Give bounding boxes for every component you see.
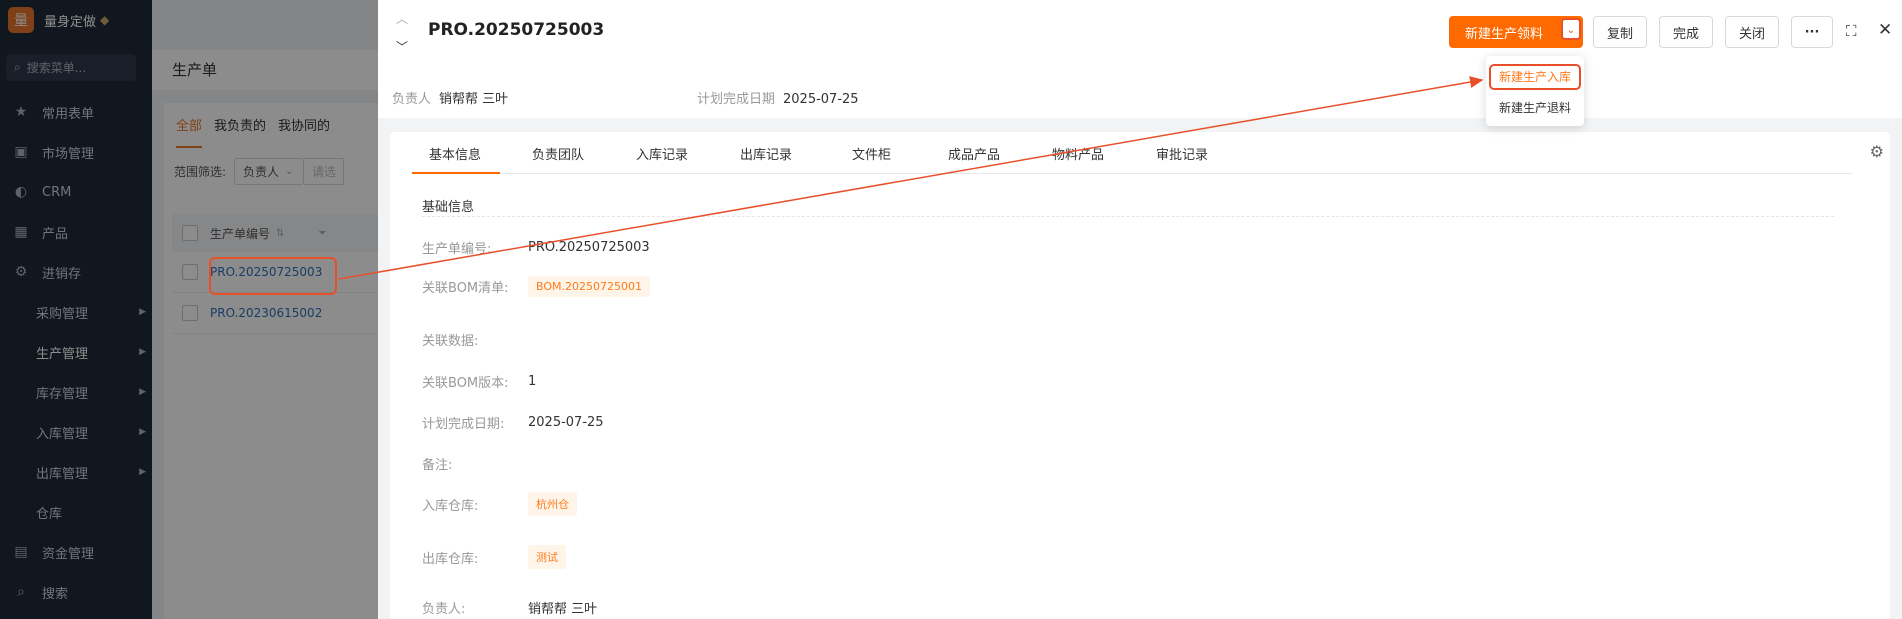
modal-overlay[interactable]: [0, 0, 378, 619]
plan-date-meta: 计划完成日期 2025-07-25: [697, 88, 859, 107]
detail-drawer: ︿ ﹀ PRO.20250725003 新建生产领料 ⌄ 复制 完成 关闭 ··…: [378, 0, 1902, 619]
field-label: 入库仓库:: [422, 498, 479, 514]
field-value: 销帮帮 三叶: [528, 602, 598, 617]
section-title: 基础信息: [422, 200, 475, 215]
owner-value: 销帮帮 三叶: [439, 92, 509, 107]
record-title: PRO.20250725003: [428, 20, 605, 40]
new-production-picking-button[interactable]: 新建生产领料: [1449, 16, 1559, 48]
more-create-dropdown-button[interactable]: ⌄: [1559, 16, 1583, 48]
field-production-code: 生产单编号: PRO.20250725003: [422, 238, 650, 257]
tab-approval-records[interactable]: 审批记录: [1156, 144, 1208, 163]
field-outbound-warehouse: 出库仓库: 测试: [422, 545, 566, 569]
field-label: 负责人:: [422, 602, 466, 617]
tab-team[interactable]: 负责团队: [532, 144, 584, 163]
drawer-header: ︿ ﹀ PRO.20250725003 新建生产领料 ⌄ 复制 完成 关闭 ··…: [378, 0, 1902, 118]
field-value: 2025-07-25: [528, 415, 604, 430]
field-label: 备注:: [422, 458, 453, 473]
detail-tabs: 基本信息 负责团队 入库记录 出库记录 文件柜 成品产品 物料产品 审批记录: [412, 132, 1852, 174]
warehouse-tag[interactable]: 杭州仓: [528, 492, 577, 516]
field-label: 关联BOM版本:: [422, 376, 509, 391]
more-button[interactable]: ···: [1791, 16, 1833, 48]
tab-material-products[interactable]: 物料产品: [1052, 144, 1104, 163]
active-tab-indicator: [412, 172, 500, 174]
next-record-icon[interactable]: ﹀: [396, 38, 408, 55]
menu-item-new-production-inbound[interactable]: 新建生产入库: [1489, 64, 1581, 90]
tab-inbound-records[interactable]: 入库记录: [636, 144, 688, 163]
section-divider: [422, 216, 1834, 217]
field-related-data: 关联数据:: [422, 330, 528, 349]
field-label: 出库仓库:: [422, 551, 479, 567]
highlight-box-row: [209, 257, 337, 295]
field-value: 1: [528, 374, 537, 389]
close-record-button[interactable]: 关闭: [1725, 16, 1779, 48]
tab-basic-info[interactable]: 基本信息: [429, 144, 481, 163]
create-dropdown-menu: 新建生产入库 新建生产退料: [1486, 56, 1584, 126]
owner-label: 负责人: [392, 92, 432, 107]
fullscreen-icon[interactable]: ⛶: [1846, 22, 1857, 40]
tab-file-cabinet[interactable]: 文件柜: [852, 144, 891, 163]
field-label: 计划完成日期:: [422, 417, 505, 432]
complete-button[interactable]: 完成: [1659, 16, 1713, 48]
tab-finished-products[interactable]: 成品产品: [948, 144, 1000, 163]
field-bom-version: 关联BOM版本: 1: [422, 372, 536, 391]
field-plan-date: 计划完成日期: 2025-07-25: [422, 413, 604, 432]
field-owner: 负责人: 销帮帮 三叶: [422, 598, 597, 617]
menu-item-new-production-return[interactable]: 新建生产退料: [1486, 97, 1584, 119]
field-label: 关联BOM清单:: [422, 281, 509, 296]
close-icon[interactable]: ✕: [1878, 20, 1892, 40]
plan-date-label: 计划完成日期: [697, 92, 776, 107]
field-label: 生产单编号:: [422, 242, 492, 257]
detail-card: 基本信息 负责团队 入库记录 出库记录 文件柜 成品产品 物料产品 审批记录 ⚙…: [390, 132, 1890, 619]
copy-button[interactable]: 复制: [1593, 16, 1647, 48]
previous-record-icon[interactable]: ︿: [396, 10, 408, 27]
field-inbound-warehouse: 入库仓库: 杭州仓: [422, 492, 577, 516]
field-label: 关联数据:: [422, 334, 479, 349]
gear-icon[interactable]: ⚙: [1870, 142, 1884, 161]
chevron-down-icon: ⌄: [1566, 24, 1576, 36]
field-remark: 备注:: [422, 454, 528, 473]
plan-date-value: 2025-07-25: [783, 92, 859, 107]
owner-meta: 负责人 销帮帮 三叶: [392, 88, 508, 107]
warehouse-tag[interactable]: 测试: [528, 545, 566, 569]
bom-link-tag[interactable]: BOM.20250725001: [528, 276, 650, 297]
field-bom-list: 关联BOM清单: BOM.20250725001: [422, 276, 650, 297]
tab-outbound-records[interactable]: 出库记录: [740, 144, 792, 163]
field-value: PRO.20250725003: [528, 240, 650, 255]
